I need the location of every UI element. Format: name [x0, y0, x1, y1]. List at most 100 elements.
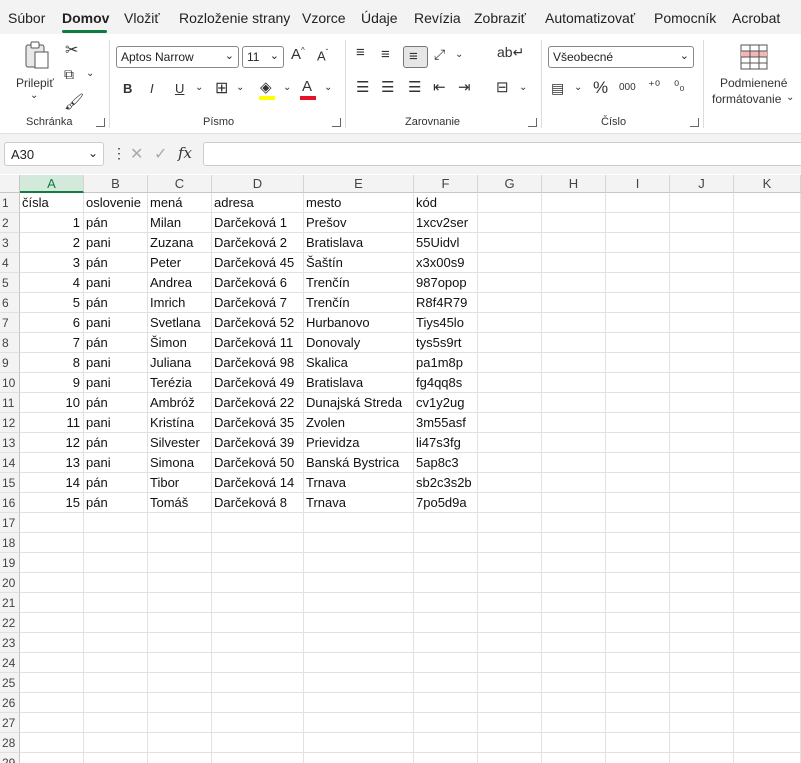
- number-format-select[interactable]: Všeobecné ⌄: [548, 46, 694, 68]
- cell-j25[interactable]: [670, 673, 734, 693]
- row-header-18[interactable]: 18: [0, 533, 20, 553]
- cell-k1[interactable]: [734, 193, 801, 213]
- cell-e7[interactable]: Hurbanovo: [304, 313, 414, 333]
- cell-e20[interactable]: [304, 573, 414, 593]
- cell-e6[interactable]: Trenčín: [304, 293, 414, 313]
- cell-k18[interactable]: [734, 533, 801, 553]
- cell-f8[interactable]: tys5s9rt: [414, 333, 478, 353]
- cell-k4[interactable]: [734, 253, 801, 273]
- cell-d22[interactable]: [212, 613, 304, 633]
- cell-f14[interactable]: 5ap8c3: [414, 453, 478, 473]
- cell-j9[interactable]: [670, 353, 734, 373]
- cell-a2[interactable]: 1: [20, 213, 84, 233]
- cell-e3[interactable]: Bratislava: [304, 233, 414, 253]
- cell-h19[interactable]: [542, 553, 606, 573]
- cell-k5[interactable]: [734, 273, 801, 293]
- cell-d6[interactable]: Darčeková 7: [212, 293, 304, 313]
- orientation-icon[interactable]: ⤢: [434, 46, 445, 63]
- cell-a28[interactable]: [20, 733, 84, 753]
- align-center-icon[interactable]: ☰: [381, 78, 394, 96]
- cell-f7[interactable]: Tiys45lo: [414, 313, 478, 333]
- cell-a24[interactable]: [20, 653, 84, 673]
- cell-k3[interactable]: [734, 233, 801, 253]
- increase-font-size-icon[interactable]: A^: [291, 46, 305, 63]
- cell-k11[interactable]: [734, 393, 801, 413]
- tab-acrobat[interactable]: Acrobat: [732, 10, 780, 26]
- insert-function-button[interactable]: fx: [178, 144, 192, 162]
- align-middle-icon[interactable]: ≡: [381, 46, 390, 63]
- cell-e15[interactable]: Trnava: [304, 473, 414, 493]
- cell-f9[interactable]: pa1m8p: [414, 353, 478, 373]
- cell-b12[interactable]: pani: [84, 413, 148, 433]
- cell-i6[interactable]: [606, 293, 670, 313]
- row-header-12[interactable]: 12: [0, 413, 20, 433]
- cell-b18[interactable]: [84, 533, 148, 553]
- cell-a29[interactable]: [20, 753, 84, 763]
- cell-a26[interactable]: [20, 693, 84, 713]
- cell-h10[interactable]: [542, 373, 606, 393]
- cell-h3[interactable]: [542, 233, 606, 253]
- cell-g3[interactable]: [478, 233, 542, 253]
- cell-i19[interactable]: [606, 553, 670, 573]
- cell-c17[interactable]: [148, 513, 212, 533]
- cell-j5[interactable]: [670, 273, 734, 293]
- alignment-dialog-launcher-icon[interactable]: [528, 118, 537, 127]
- cell-j14[interactable]: [670, 453, 734, 473]
- cell-i2[interactable]: [606, 213, 670, 233]
- cell-d8[interactable]: Darčeková 11: [212, 333, 304, 353]
- cell-d19[interactable]: [212, 553, 304, 573]
- cell-i23[interactable]: [606, 633, 670, 653]
- cell-b11[interactable]: pán: [84, 393, 148, 413]
- cell-h28[interactable]: [542, 733, 606, 753]
- cell-f16[interactable]: 7po5d9a: [414, 493, 478, 513]
- cell-j23[interactable]: [670, 633, 734, 653]
- borders-dropdown-icon[interactable]: ⌄: [236, 82, 244, 93]
- cell-c7[interactable]: Svetlana: [148, 313, 212, 333]
- cell-h18[interactable]: [542, 533, 606, 553]
- cell-i12[interactable]: [606, 413, 670, 433]
- cell-h6[interactable]: [542, 293, 606, 313]
- font-dialog-launcher-icon[interactable]: [332, 118, 341, 127]
- cell-k24[interactable]: [734, 653, 801, 673]
- cell-d12[interactable]: Darčeková 35: [212, 413, 304, 433]
- column-header-g[interactable]: G: [478, 175, 542, 193]
- cell-f17[interactable]: [414, 513, 478, 533]
- cell-d3[interactable]: Darčeková 2: [212, 233, 304, 253]
- cell-b4[interactable]: pán: [84, 253, 148, 273]
- column-header-k[interactable]: K: [734, 175, 801, 193]
- cell-h12[interactable]: [542, 413, 606, 433]
- font-name-select[interactable]: Aptos Narrow ⌄: [116, 46, 239, 68]
- column-header-j[interactable]: J: [670, 175, 734, 193]
- cell-g2[interactable]: [478, 213, 542, 233]
- cell-d14[interactable]: Darčeková 50: [212, 453, 304, 473]
- cell-i17[interactable]: [606, 513, 670, 533]
- cell-k28[interactable]: [734, 733, 801, 753]
- cell-b24[interactable]: [84, 653, 148, 673]
- cell-b28[interactable]: [84, 733, 148, 753]
- row-header-17[interactable]: 17: [0, 513, 20, 533]
- cell-g9[interactable]: [478, 353, 542, 373]
- cell-k25[interactable]: [734, 673, 801, 693]
- cell-f19[interactable]: [414, 553, 478, 573]
- cell-j26[interactable]: [670, 693, 734, 713]
- cell-d11[interactable]: Darčeková 22: [212, 393, 304, 413]
- cell-i3[interactable]: [606, 233, 670, 253]
- cell-h23[interactable]: [542, 633, 606, 653]
- increase-indent-icon[interactable]: ⇥: [458, 78, 471, 96]
- cell-e27[interactable]: [304, 713, 414, 733]
- number-dialog-launcher-icon[interactable]: [690, 118, 699, 127]
- fill-color-icon[interactable]: ◈: [260, 78, 272, 96]
- cell-c16[interactable]: Tomáš: [148, 493, 212, 513]
- cell-e13[interactable]: Prievidza: [304, 433, 414, 453]
- row-header-1[interactable]: 1: [0, 193, 20, 213]
- merge-center-icon[interactable]: ⊟: [496, 78, 509, 96]
- cell-g6[interactable]: [478, 293, 542, 313]
- align-top-icon[interactable]: ≡: [356, 44, 365, 61]
- row-header-9[interactable]: 9: [0, 353, 20, 373]
- cell-b17[interactable]: [84, 513, 148, 533]
- cell-c28[interactable]: [148, 733, 212, 753]
- cell-e1[interactable]: mesto: [304, 193, 414, 213]
- cell-b21[interactable]: [84, 593, 148, 613]
- cell-d23[interactable]: [212, 633, 304, 653]
- row-header-5[interactable]: 5: [0, 273, 20, 293]
